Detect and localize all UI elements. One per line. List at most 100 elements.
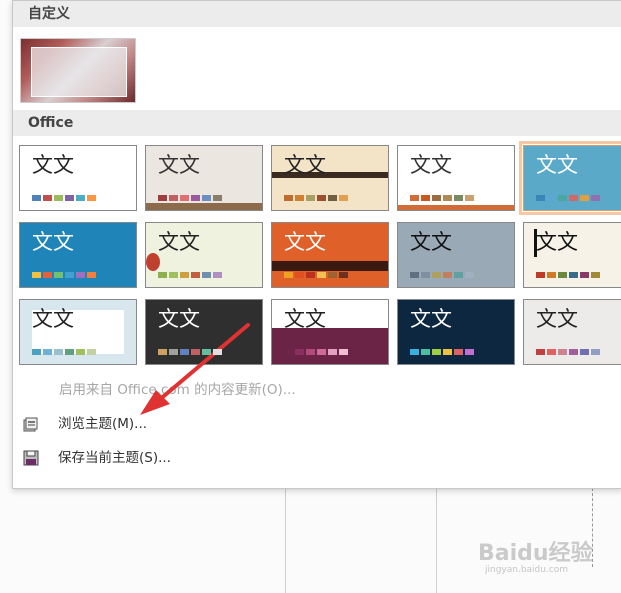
color-swatch xyxy=(54,272,63,278)
color-swatch xyxy=(317,349,326,355)
theme-decoration xyxy=(146,253,160,271)
save-disk-icon xyxy=(23,450,39,466)
enable-office-updates-item: 启用来自 Office.com 的内容更新(O)... xyxy=(59,382,296,398)
color-swatch xyxy=(421,349,430,355)
theme-color-swatches xyxy=(410,195,474,201)
theme-tile[interactable]: 文文 xyxy=(271,145,389,211)
browse-themes-label: 浏览主题(M)... xyxy=(58,416,148,432)
theme-sample-text: 文文 xyxy=(284,153,326,177)
theme-tile[interactable]: 文文 xyxy=(271,222,389,288)
color-swatch xyxy=(465,349,474,355)
theme-color-swatches xyxy=(536,349,600,355)
theme-tile[interactable]: 文文 xyxy=(145,222,263,288)
theme-decoration xyxy=(398,205,514,210)
theme-tile[interactable]: 文文 xyxy=(397,299,515,365)
color-swatch xyxy=(591,272,600,278)
color-swatch xyxy=(43,272,52,278)
color-swatch xyxy=(410,272,419,278)
color-swatch xyxy=(328,349,337,355)
theme-color-swatches xyxy=(410,349,474,355)
color-swatch xyxy=(158,272,167,278)
color-swatch xyxy=(443,272,452,278)
color-swatch xyxy=(580,195,589,201)
color-swatch xyxy=(306,349,315,355)
color-swatch xyxy=(202,195,211,201)
theme-tile[interactable]: 文文 xyxy=(397,145,515,211)
color-swatch xyxy=(169,349,178,355)
theme-color-swatches xyxy=(32,272,96,278)
color-swatch xyxy=(158,195,167,201)
section-header-custom: 自定义 xyxy=(13,1,621,27)
theme-sample-text: 文文 xyxy=(410,153,452,177)
color-swatch xyxy=(284,195,293,201)
theme-sample-text: 文文 xyxy=(32,230,74,254)
save-current-theme-item[interactable]: 保存当前主题(S)... xyxy=(13,445,613,471)
browse-themes-item[interactable]: 浏览主题(M)... xyxy=(13,411,613,437)
theme-sample-text: 文文 xyxy=(284,307,326,331)
color-swatch xyxy=(32,272,41,278)
color-swatch xyxy=(32,349,41,355)
guide-line xyxy=(436,485,437,593)
theme-tile[interactable]: 文文 xyxy=(523,222,621,288)
theme-sample-text: 文文 xyxy=(410,230,452,254)
theme-color-swatches xyxy=(158,195,222,201)
color-swatch xyxy=(432,195,441,201)
color-swatch xyxy=(213,195,222,201)
color-swatch xyxy=(328,195,337,201)
theme-tile[interactable]: 文文 xyxy=(19,145,137,211)
color-swatch xyxy=(328,272,337,278)
color-swatch xyxy=(536,195,545,201)
color-swatch xyxy=(465,195,474,201)
color-swatch xyxy=(295,195,304,201)
theme-sample-text: 文文 xyxy=(536,230,578,254)
color-swatch xyxy=(339,272,348,278)
color-swatch xyxy=(76,195,85,201)
color-swatch xyxy=(443,195,452,201)
watermark-url: jingyan.baidu.com xyxy=(485,565,569,575)
theme-decoration xyxy=(146,203,262,210)
watermark-logo: Baidu经验 xyxy=(478,541,593,566)
theme-tile[interactable]: 文文 xyxy=(145,145,263,211)
color-swatch xyxy=(76,349,85,355)
custom-theme-thumbnail[interactable] xyxy=(20,38,136,103)
color-swatch xyxy=(432,272,441,278)
color-swatch xyxy=(410,349,419,355)
color-swatch xyxy=(339,195,348,201)
color-swatch xyxy=(284,272,293,278)
theme-color-swatches xyxy=(536,195,600,201)
guide-line xyxy=(285,485,286,593)
browse-folder-icon xyxy=(23,417,38,432)
color-swatch xyxy=(295,272,304,278)
theme-color-swatches xyxy=(410,272,474,278)
color-swatch xyxy=(536,349,545,355)
color-swatch xyxy=(547,349,556,355)
theme-color-swatches xyxy=(284,349,348,355)
color-swatch xyxy=(191,349,200,355)
color-swatch xyxy=(547,195,556,201)
color-swatch xyxy=(421,195,430,201)
color-swatch xyxy=(454,195,463,201)
color-swatch xyxy=(569,272,578,278)
theme-sample-text: 文文 xyxy=(32,307,74,331)
theme-sample-text: 文文 xyxy=(158,307,200,331)
theme-decoration xyxy=(272,328,388,364)
color-swatch xyxy=(306,195,315,201)
color-swatch xyxy=(87,195,96,201)
theme-tile[interactable]: 文文 xyxy=(519,141,621,215)
theme-tile[interactable]: 文文 xyxy=(271,299,389,365)
theme-tile[interactable]: 文文 xyxy=(19,222,137,288)
theme-tile[interactable]: 文文 xyxy=(523,299,621,365)
theme-color-swatches xyxy=(536,272,600,278)
color-swatch xyxy=(454,349,463,355)
color-swatch xyxy=(54,195,63,201)
theme-tile[interactable]: 文文 xyxy=(145,299,263,365)
color-swatch xyxy=(87,272,96,278)
theme-sample-text: 文文 xyxy=(410,307,452,331)
color-swatch xyxy=(558,349,567,355)
theme-sample-text: 文文 xyxy=(32,153,74,177)
color-swatch xyxy=(65,349,74,355)
theme-tile[interactable]: 文文 xyxy=(397,222,515,288)
theme-sample-text: 文文 xyxy=(158,230,200,254)
theme-tile[interactable]: 文文 xyxy=(19,299,137,365)
theme-color-swatches xyxy=(158,349,222,355)
